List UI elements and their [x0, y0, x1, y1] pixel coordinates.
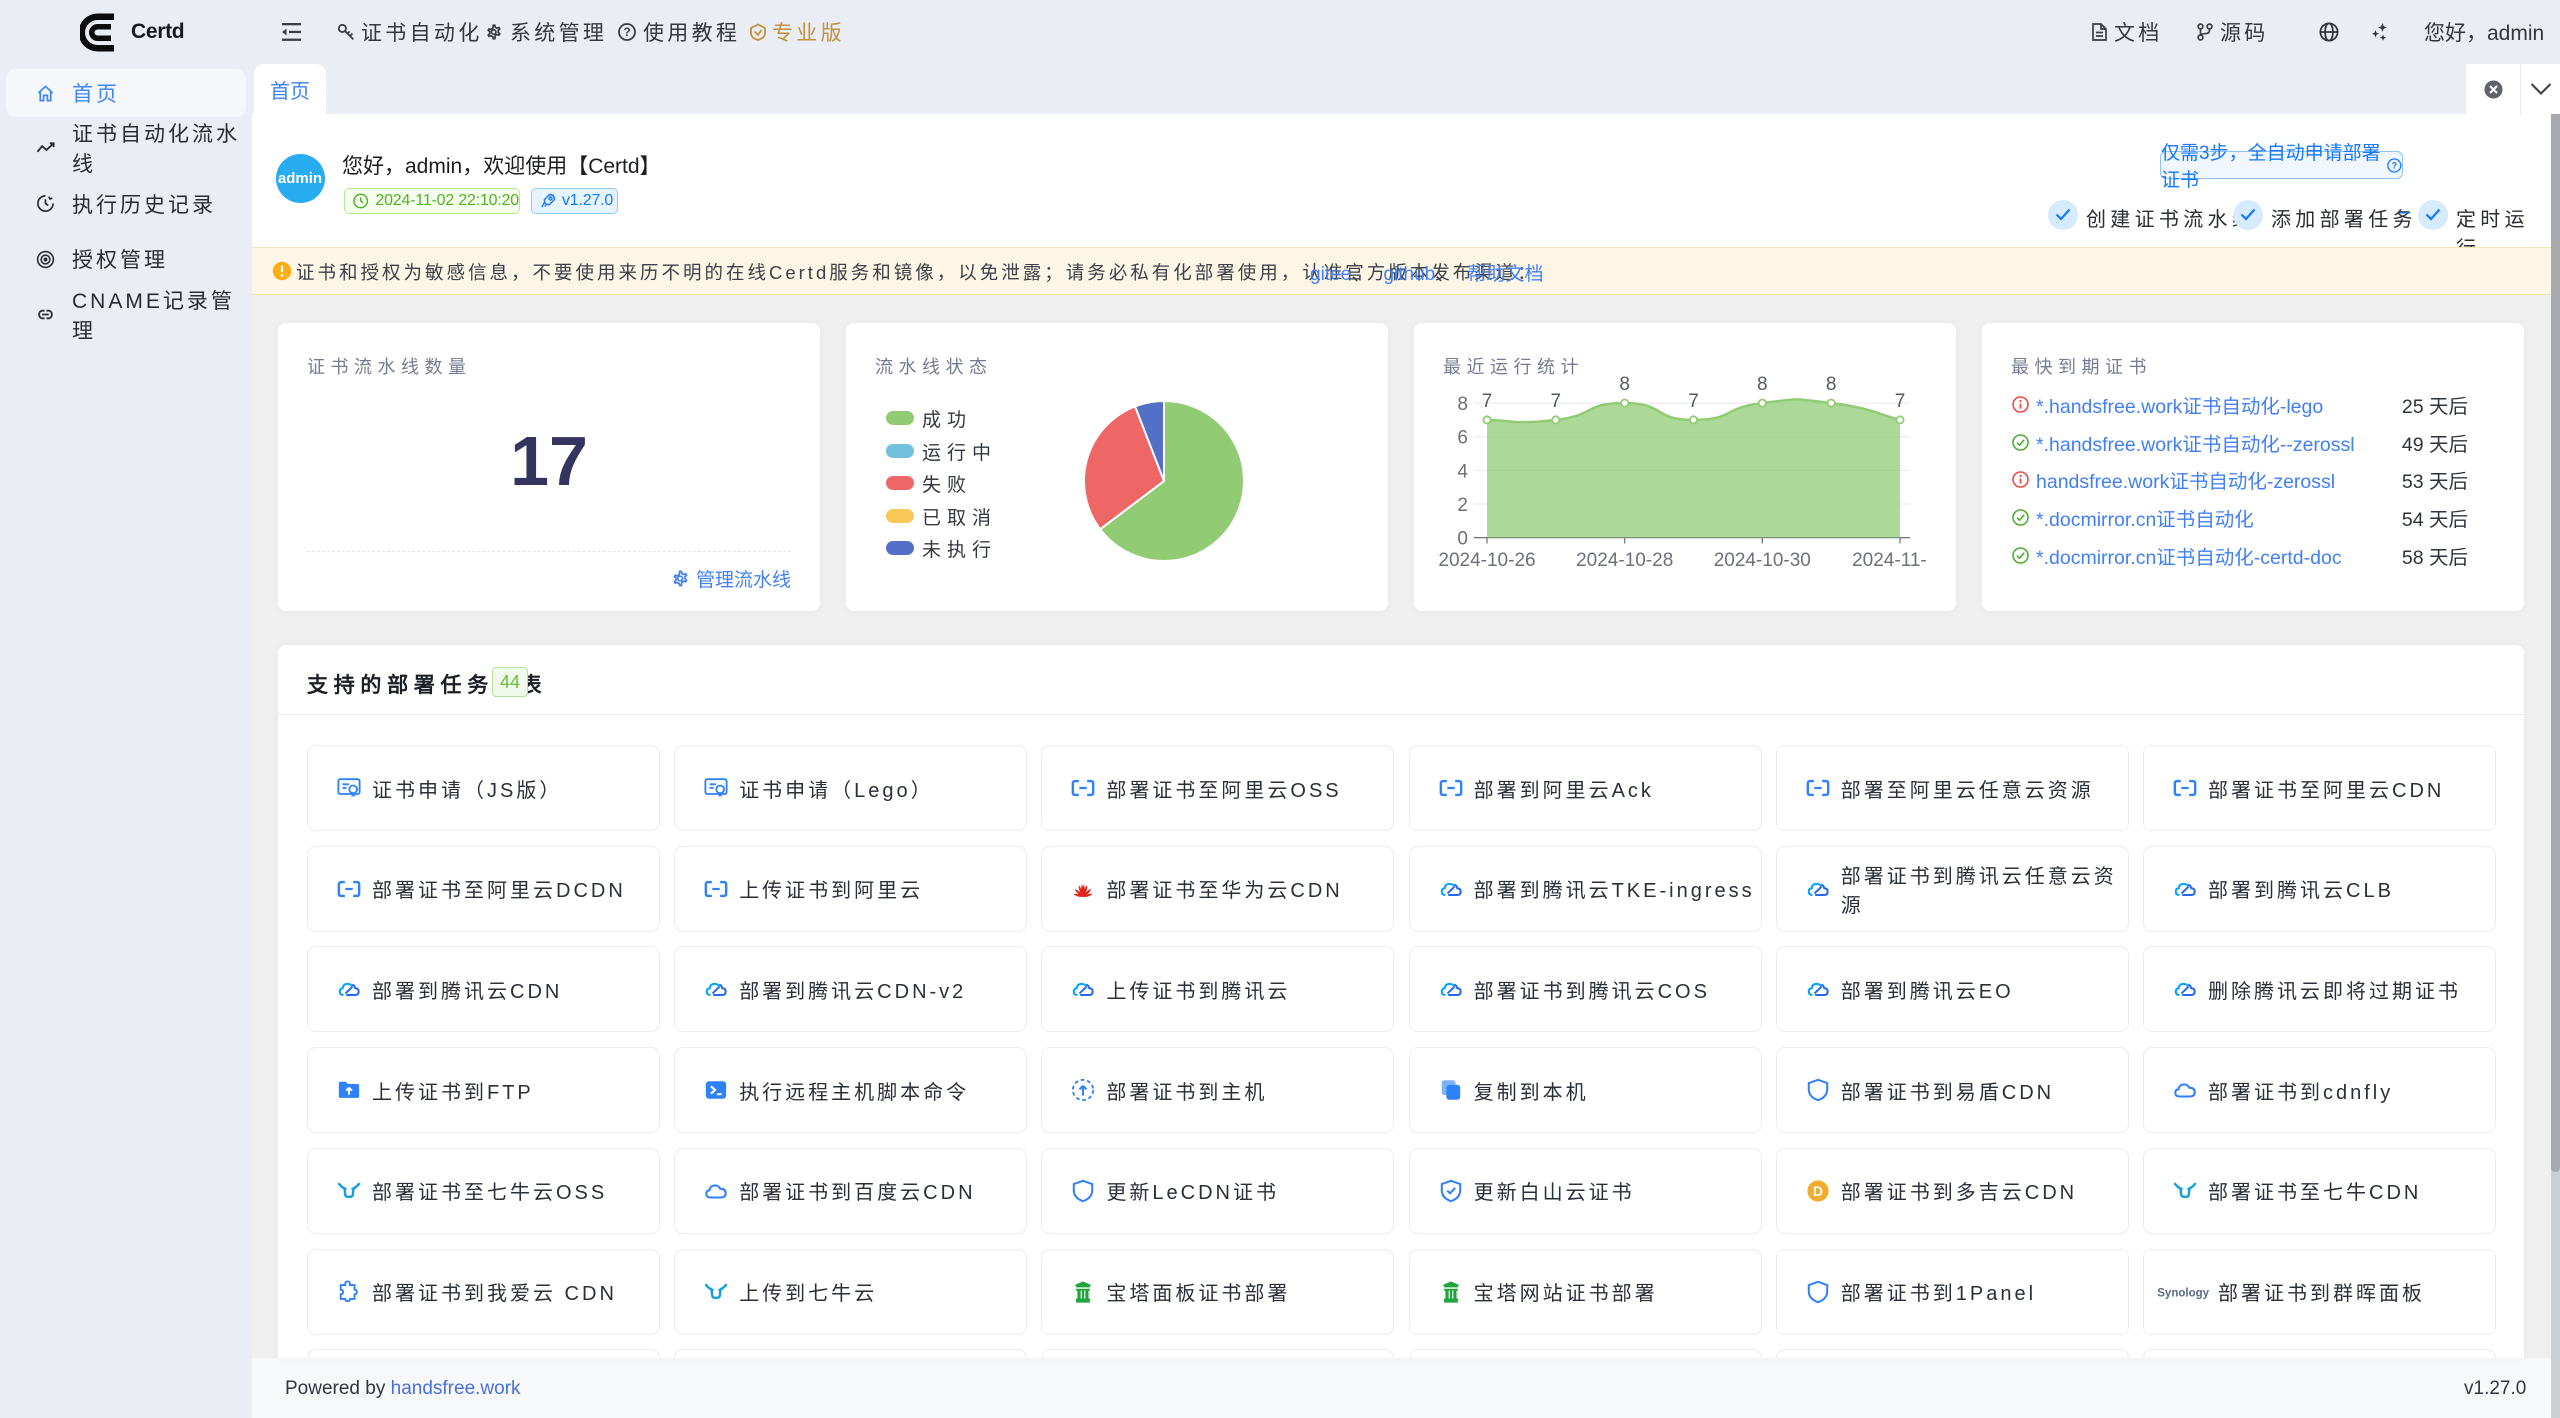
svg-text:6: 6: [1457, 428, 1468, 449]
svg-text:7: 7: [1895, 391, 1906, 412]
svg-text:8: 8: [1826, 374, 1837, 395]
svg-text:失败: 失败: [922, 474, 972, 496]
svg-text:7: 7: [1688, 391, 1699, 412]
svg-text:2024-10-28: 2024-10-28: [1576, 550, 1673, 571]
svg-text:Synology: Synology: [2157, 1287, 2209, 1299]
svg-text:2024-10-30: 2024-10-30: [1714, 550, 1811, 571]
svg-text:运行中: 运行中: [922, 442, 997, 464]
svg-text:4: 4: [1457, 461, 1468, 482]
svg-text:D: D: [1813, 1183, 1823, 1199]
svg-text:8: 8: [1619, 374, 1630, 395]
svg-text:成功: 成功: [922, 409, 972, 431]
svg-text:7: 7: [1551, 391, 1562, 412]
svg-text:2: 2: [1457, 495, 1468, 516]
svg-text:2024-11-01: 2024-11-01: [1852, 550, 1927, 571]
svg-text:?: ?: [623, 27, 630, 39]
svg-text:未执行: 未执行: [922, 539, 997, 561]
svg-text:2024-10-26: 2024-10-26: [1438, 550, 1535, 571]
svg-text:7: 7: [1482, 391, 1493, 412]
svg-text:0: 0: [1457, 529, 1468, 550]
svg-text:8: 8: [1457, 394, 1468, 415]
svg-text:8: 8: [1757, 374, 1768, 395]
svg-text:?: ?: [2392, 160, 2397, 170]
svg-text:已取消: 已取消: [922, 507, 997, 529]
